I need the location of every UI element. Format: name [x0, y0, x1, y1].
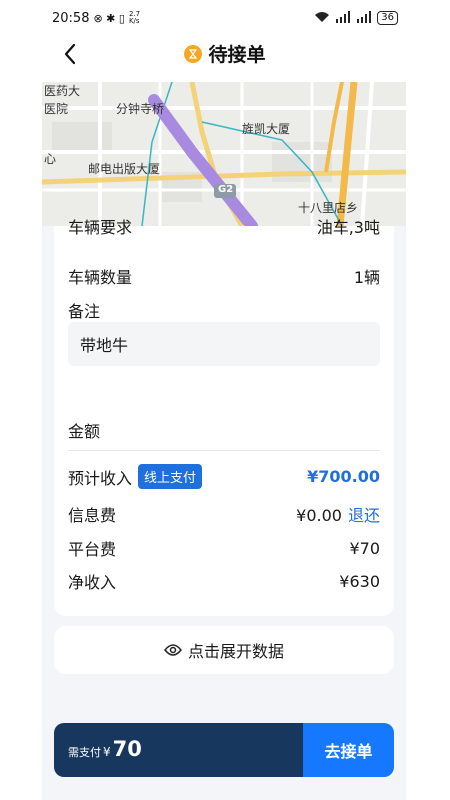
page-title: 待接单: [208, 44, 266, 66]
nav-bar: 待接单: [0, 36, 450, 72]
status-bar: 20:58 ⊗ ✱ ▯ 2.7 K/s 36: [0, 0, 450, 36]
remark-box: 带地牛: [68, 322, 380, 366]
vehicle-count-row: 车辆数量 1辆: [68, 264, 380, 288]
platform-fee-label: 平台费: [68, 540, 117, 559]
net-income-label: 净收入: [68, 573, 117, 592]
remark-label: 备注: [68, 302, 101, 321]
battery-icon: 36: [377, 11, 398, 25]
map-label: 心: [44, 152, 57, 166]
eye-icon: [164, 644, 182, 656]
net-speed: 2.7 K/s: [128, 10, 141, 25]
info-fee-value: ¥0.00: [296, 506, 342, 525]
vehicle-requirement-row: 车辆要求 油车,3吨: [68, 217, 380, 235]
amount-section-title: 金额: [68, 422, 101, 441]
order-content[interactable]: 医药大 医院 分钟寺桥 旌凯大厦 心 邮电出版大厦 G2 十八里店乡 车辆要求 …: [42, 82, 406, 800]
vehicle-requirement-value: 油车,3吨: [316, 218, 380, 235]
amount-title-row: 金额: [68, 418, 380, 442]
map-label: 医药大: [44, 84, 81, 98]
bottom-action-bar: 需支付 ¥ 70 去接单: [54, 723, 394, 777]
pay-amount: 70: [112, 737, 142, 761]
wifi-icon: [314, 11, 330, 26]
pay-currency: ¥: [103, 745, 111, 759]
vehicle-count-label: 车辆数量: [68, 268, 133, 287]
payment-method-badge: 线上支付: [138, 464, 203, 489]
vehicle-count-value: 1辆: [353, 268, 380, 287]
expand-data-button[interactable]: 点击展开数据: [54, 626, 394, 674]
amount-divider: [68, 450, 380, 451]
remark-value: 带地牛: [80, 336, 129, 355]
need-pay-label: 需支付: [68, 746, 101, 759]
estimated-income-row: 预计收入 线上支付 ¥700.00: [68, 464, 380, 489]
map-label: 旌凯大厦: [242, 122, 291, 136]
platform-fee-row: 平台费 ¥70: [68, 536, 380, 560]
platform-fee-value: ¥70: [349, 538, 380, 558]
accept-order-button[interactable]: 去接单: [303, 723, 394, 777]
vehicle-requirement-label: 车辆要求: [68, 218, 133, 235]
info-fee-row: 信息费 ¥0.00 退还: [68, 502, 380, 526]
map-label: 医院: [44, 102, 69, 116]
status-time: 20:58: [52, 10, 90, 26]
signal-icon-1: [335, 10, 351, 26]
remark-row: 备注: [68, 298, 380, 322]
route-map[interactable]: 医药大 医院 分钟寺桥 旌凯大厦 心 邮电出版大厦 G2 十八里店乡: [42, 82, 406, 226]
map-label: 十八里店乡: [298, 201, 359, 215]
net-income-value: ¥630: [339, 571, 380, 591]
map-label: G2: [218, 184, 234, 195]
estimated-income-value: ¥700.00: [307, 467, 380, 486]
map-label: 分钟寺桥: [116, 102, 165, 116]
notification-icons: ⊗ ✱ ▯: [93, 11, 125, 25]
expand-data-label: 点击展开数据: [187, 642, 284, 661]
info-fee-label: 信息费: [68, 506, 117, 525]
estimated-income-label: 预计收入: [68, 468, 133, 488]
amount-card: 金额 预计收入 线上支付 ¥700.00 信息费 ¥0.00 退还 平台费 ¥70…: [54, 404, 394, 616]
map-label: 邮电出版大厦: [88, 162, 161, 176]
payment-summary: 需支付 ¥ 70: [54, 723, 303, 777]
signal-icon-2: [356, 10, 372, 26]
pending-order-icon: [184, 44, 203, 63]
net-income-row: 净收入 ¥630: [68, 569, 380, 593]
refund-link[interactable]: 退还: [348, 506, 380, 525]
